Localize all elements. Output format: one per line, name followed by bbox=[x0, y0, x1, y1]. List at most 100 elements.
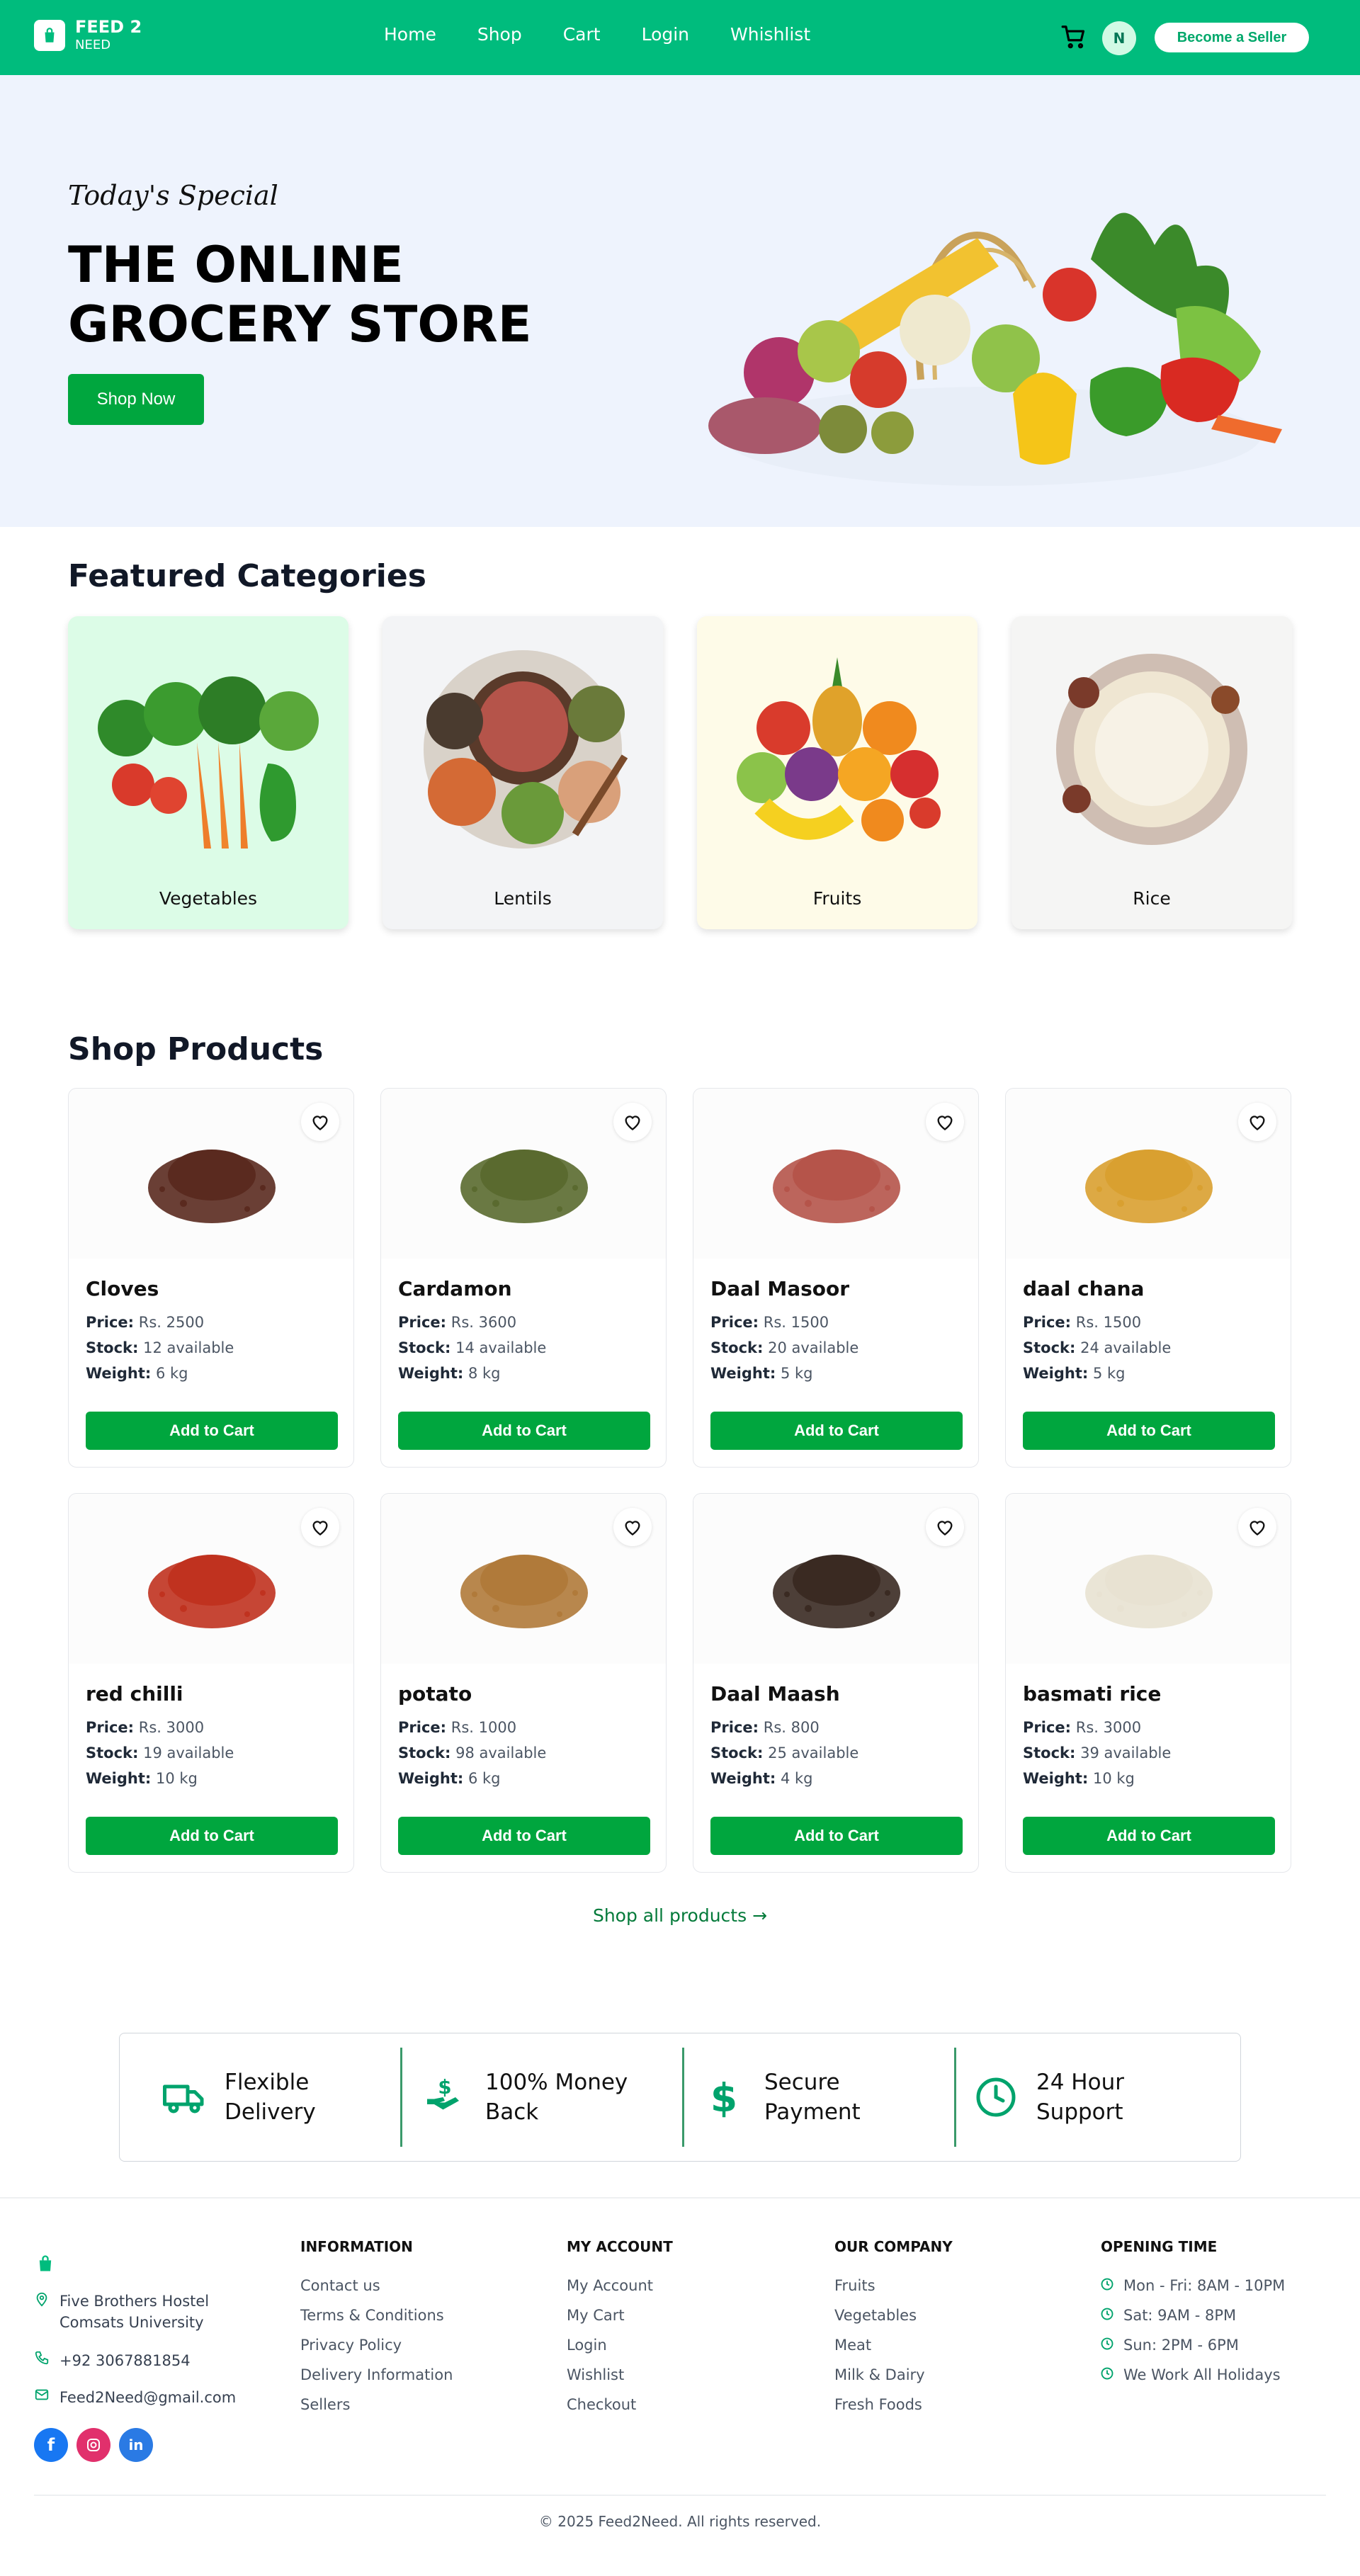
footer-link[interactable]: Fruits bbox=[834, 2271, 953, 2300]
cloves-image bbox=[148, 1150, 276, 1223]
nav-shop[interactable]: Shop bbox=[477, 24, 522, 45]
footer-information: INFORMATION Contact us Terms & Condition… bbox=[300, 2238, 453, 2419]
wishlist-heart-icon[interactable] bbox=[1238, 1508, 1276, 1546]
lentils-image bbox=[424, 650, 628, 849]
shop-all-products-link[interactable]: Shop all products → bbox=[0, 1905, 1360, 1926]
brand-logo[interactable]: FEED 2 NEED bbox=[34, 17, 142, 54]
wishlist-heart-icon[interactable] bbox=[1238, 1103, 1276, 1141]
feature-line1: 100% Money bbox=[485, 2070, 628, 2095]
add-to-cart-button[interactable]: Add to Cart bbox=[710, 1817, 963, 1855]
weight-value: 10 kg bbox=[155, 1770, 198, 1787]
email-address[interactable]: Feed2Need@gmail.com bbox=[60, 2387, 236, 2408]
product-name: red chilli bbox=[86, 1682, 183, 1706]
product-card[interactable]: Cloves Price: Rs. 2500 Stock: 12 availab… bbox=[68, 1088, 354, 1468]
wishlist-heart-icon[interactable] bbox=[301, 1103, 339, 1141]
product-weight: Weight: 6 kg bbox=[86, 1365, 188, 1382]
add-to-cart-button[interactable]: Add to Cart bbox=[710, 1412, 963, 1450]
product-weight: Weight: 8 kg bbox=[398, 1365, 501, 1382]
category-label: Fruits bbox=[812, 888, 862, 909]
add-to-cart-button[interactable]: Add to Cart bbox=[1023, 1817, 1275, 1855]
hours-item: We Work All Holidays bbox=[1101, 2360, 1285, 2390]
phone-number[interactable]: +92 3067881854 bbox=[60, 2350, 191, 2371]
nav-login[interactable]: Login bbox=[642, 24, 689, 45]
footer-link[interactable]: Milk & Dairy bbox=[834, 2360, 953, 2390]
wishlist-heart-icon[interactable] bbox=[613, 1103, 652, 1141]
cart-icon[interactable] bbox=[1058, 21, 1089, 52]
footer-divider bbox=[0, 2197, 1360, 2198]
svg-text:$: $ bbox=[438, 2076, 451, 2099]
feature-line1: 24 Hour bbox=[1036, 2070, 1124, 2095]
avatar[interactable]: N bbox=[1102, 21, 1136, 55]
category-card-vegetables[interactable]: Vegetables bbox=[68, 616, 348, 929]
cardamom-image bbox=[460, 1150, 588, 1223]
category-label: Vegetables bbox=[159, 888, 258, 909]
footer-link[interactable]: Delivery Information bbox=[300, 2360, 453, 2390]
product-name: Cardamon bbox=[398, 1277, 512, 1300]
hours-text: Mon - Fri: 8AM - 10PM bbox=[1123, 2277, 1286, 2294]
weight-label: Weight: bbox=[86, 1365, 152, 1382]
product-card[interactable]: basmati rice Price: Rs. 3000 Stock: 39 a… bbox=[1005, 1493, 1291, 1873]
add-to-cart-button[interactable]: Add to Cart bbox=[86, 1817, 338, 1855]
product-card[interactable]: Daal Masoor Price: Rs. 1500 Stock: 20 av… bbox=[693, 1088, 979, 1468]
mail-icon bbox=[34, 2387, 50, 2408]
footer-link[interactable]: Vegetables bbox=[834, 2300, 953, 2330]
footer-link[interactable]: Login bbox=[567, 2330, 673, 2360]
wishlist-heart-icon[interactable] bbox=[926, 1508, 964, 1546]
wishlist-heart-icon[interactable] bbox=[301, 1508, 339, 1546]
footer-company-title: OUR COMPANY bbox=[834, 2238, 953, 2255]
category-card-fruits[interactable]: Fruits bbox=[697, 616, 978, 929]
add-to-cart-button[interactable]: Add to Cart bbox=[86, 1412, 338, 1450]
wishlist-heart-icon[interactable] bbox=[613, 1508, 652, 1546]
vegetables-image bbox=[98, 676, 319, 849]
footer-email: Feed2Need@gmail.com bbox=[34, 2387, 236, 2408]
stock-value: 24 available bbox=[1080, 1339, 1172, 1356]
nav-wishlist[interactable]: Whishlist bbox=[730, 24, 810, 45]
footer-link[interactable]: Terms & Conditions bbox=[300, 2300, 453, 2330]
footer-account-title: MY ACCOUNT bbox=[567, 2238, 673, 2255]
category-card-lentils[interactable]: Lentils bbox=[382, 616, 663, 929]
address-line1: Five Brothers Hostel bbox=[60, 2293, 210, 2310]
footer-link[interactable]: Contact us bbox=[300, 2271, 453, 2300]
feature-line1: Flexible bbox=[225, 2070, 310, 2095]
hours-text: We Work All Holidays bbox=[1123, 2366, 1281, 2383]
footer-link[interactable]: Checkout bbox=[567, 2390, 673, 2419]
product-card[interactable]: Cardamon Price: Rs. 3600 Stock: 14 avail… bbox=[380, 1088, 667, 1468]
shop-now-button[interactable]: Shop Now bbox=[68, 374, 204, 425]
feature-support: 24 Hour Support bbox=[971, 2033, 1206, 2161]
add-to-cart-button[interactable]: Add to Cart bbox=[1023, 1412, 1275, 1450]
category-card-rice[interactable]: Rice bbox=[1012, 616, 1292, 929]
daal-masoor-image bbox=[773, 1150, 900, 1223]
price-label: Price: bbox=[710, 1314, 759, 1331]
stock-value: 25 available bbox=[768, 1744, 859, 1761]
footer-link[interactable]: Fresh Foods bbox=[834, 2390, 953, 2419]
footer-link[interactable]: Sellers bbox=[300, 2390, 453, 2419]
footer-link[interactable]: My Account bbox=[567, 2271, 673, 2300]
fruits-image bbox=[737, 657, 941, 841]
price-value: Rs. 3600 bbox=[450, 1314, 517, 1331]
product-card[interactable]: daal chana Price: Rs. 1500 Stock: 24 ava… bbox=[1005, 1088, 1291, 1468]
price-label: Price: bbox=[86, 1719, 135, 1736]
footer-link[interactable]: Wishlist bbox=[567, 2360, 673, 2390]
linkedin-icon[interactable]: in bbox=[119, 2428, 153, 2462]
stock-label: Stock: bbox=[1023, 1744, 1076, 1761]
add-to-cart-button[interactable]: Add to Cart bbox=[398, 1817, 650, 1855]
footer-hours-title: OPENING TIME bbox=[1101, 2238, 1218, 2255]
footer-my-account: MY ACCOUNT My Account My Cart Login Wish… bbox=[567, 2238, 673, 2419]
product-name: daal chana bbox=[1023, 1277, 1145, 1300]
footer-link[interactable]: Meat bbox=[834, 2330, 953, 2360]
nav-cart[interactable]: Cart bbox=[563, 24, 601, 45]
facebook-icon[interactable]: f bbox=[34, 2428, 68, 2462]
footer-link[interactable]: My Cart bbox=[567, 2300, 673, 2330]
footer-link[interactable]: Privacy Policy bbox=[300, 2330, 453, 2360]
stock-label: Stock: bbox=[86, 1744, 139, 1761]
feature-money-back: $ 100% Money Back bbox=[420, 2033, 655, 2161]
wishlist-heart-icon[interactable] bbox=[926, 1103, 964, 1141]
product-card[interactable]: red chilli Price: Rs. 3000 Stock: 19 ava… bbox=[68, 1493, 354, 1873]
product-card[interactable]: Daal Maash Price: Rs. 800 Stock: 25 avai… bbox=[693, 1493, 979, 1873]
become-seller-button[interactable]: Become a Seller bbox=[1155, 23, 1309, 52]
add-to-cart-button[interactable]: Add to Cart bbox=[398, 1412, 650, 1450]
nav-home[interactable]: Home bbox=[384, 24, 436, 45]
price-label: Price: bbox=[1023, 1719, 1072, 1736]
instagram-icon[interactable] bbox=[76, 2428, 110, 2462]
product-card[interactable]: potato Price: Rs. 1000 Stock: 98 availab… bbox=[380, 1493, 667, 1873]
